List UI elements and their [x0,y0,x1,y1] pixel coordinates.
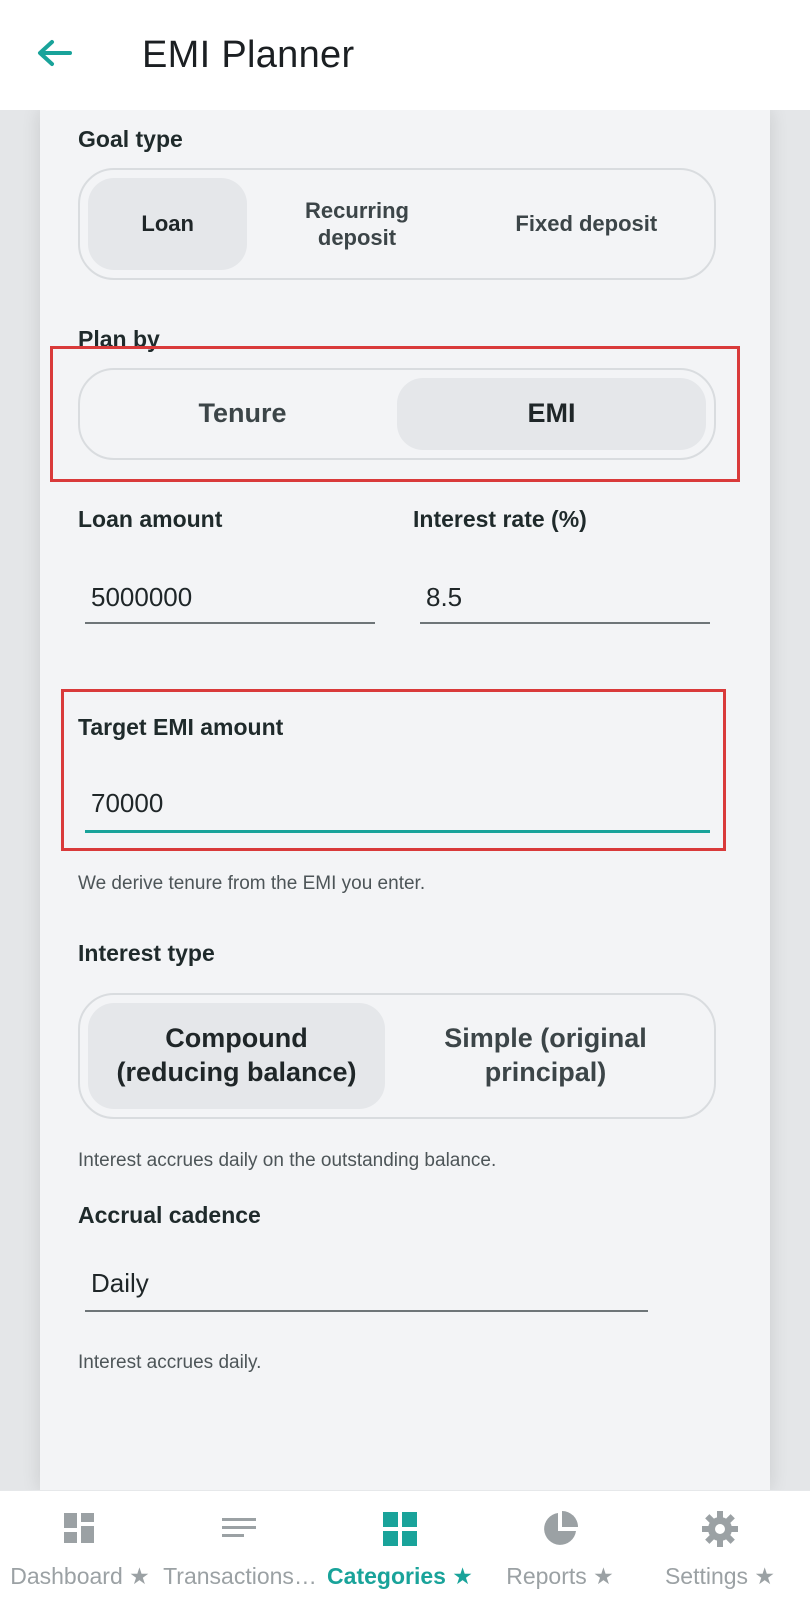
emi-planner-screen: EMI Planner Goal type Loan Recurring dep… [0,0,810,1599]
nav-item-settings[interactable]: Settings ★ [640,1491,800,1599]
goal-type-option-fixed-deposit[interactable]: Fixed deposit [467,178,706,270]
top-app-bar: EMI Planner [0,0,810,110]
accrual-cadence-dropdown[interactable]: Daily [85,1268,648,1312]
goal-type-label: Goal type [78,126,183,152]
plan-by-option-tenure[interactable]: Tenure [88,378,397,450]
loan-amount-label: Loan amount [78,506,223,532]
nav-label-categories: Categories ★ [327,1563,473,1589]
plan-by-segment: Tenure EMI [78,368,716,460]
accrual-cadence-label: Accrual cadence [78,1202,261,1228]
bottom-navigation: Dashboard ★ Transactions… Categories ★ R… [0,1490,810,1599]
arrow-left-icon [38,40,72,66]
goal-type-segment: Loan Recurring deposit Fixed deposit [78,168,716,280]
grid-icon [383,1512,417,1546]
interest-type-option-compound[interactable]: Compound (reducing balance) [88,1003,385,1109]
target-emi-input[interactable]: 70000 [85,788,710,833]
back-button[interactable] [30,30,78,78]
nav-label-settings: Settings ★ [664,1563,776,1589]
interest-rate-label: Interest rate (%) [413,506,587,532]
nav-label-dashboard: Dashboard ★ [10,1563,150,1589]
accrual-cadence-helper-text: Interest accrues daily. [78,1352,262,1373]
dashboard-icon [64,1513,94,1543]
goal-type-option-loan[interactable]: Loan [88,178,248,270]
nav-item-reports[interactable]: Reports ★ [480,1491,640,1599]
page-title: EMI Planner [142,34,355,76]
nav-label-reports: Reports ★ [506,1563,614,1589]
interest-type-segment: Compound (reducing balance) Simple (orig… [78,993,716,1119]
plan-by-option-emi[interactable]: EMI [397,378,706,450]
nav-item-categories[interactable]: Categories ★ [320,1491,480,1599]
nav-label-transactions: Transactions… [163,1563,317,1589]
interest-type-helper-text: Interest accrues daily on the outstandin… [78,1150,497,1171]
gear-icon [702,1511,738,1547]
nav-item-dashboard[interactable]: Dashboard ★ [0,1491,160,1599]
plan-by-label: Plan by [78,326,160,352]
interest-type-option-simple[interactable]: Simple (original principal) [385,1003,706,1109]
loan-amount-input[interactable]: 5000000 [85,582,375,624]
goal-type-option-recurring-deposit[interactable]: Recurring deposit [247,178,466,270]
target-emi-helper-text: We derive tenure from the EMI you enter. [78,873,426,894]
list-icon [222,1518,256,1537]
interest-rate-input[interactable]: 8.5 [420,582,710,624]
interest-type-label: Interest type [78,940,215,966]
target-emi-label: Target EMI amount [78,714,284,740]
nav-item-transactions[interactable]: Transactions… [160,1491,320,1599]
form-card: Goal type Loan Recurring deposit Fixed d… [40,110,770,1490]
pie-chart-icon [544,1511,578,1545]
